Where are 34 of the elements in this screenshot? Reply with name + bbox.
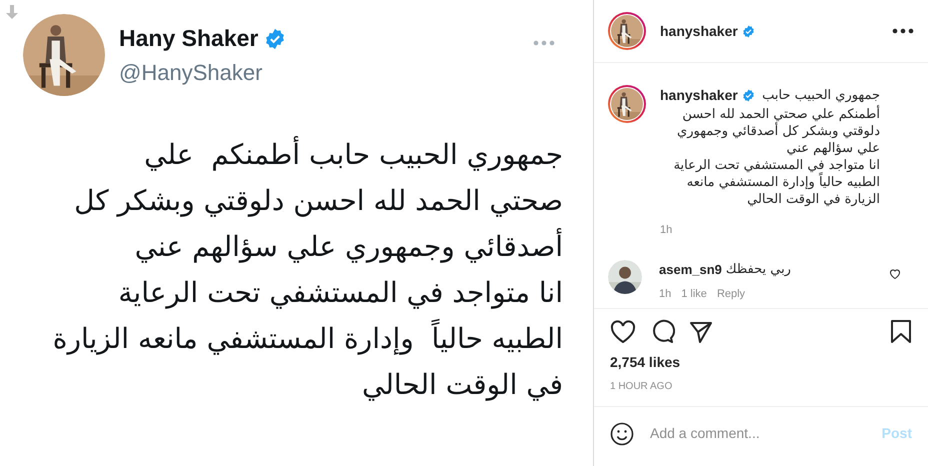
tweet-handle: @HanyShaker [119,58,264,87]
caption-line: دلوقتي وبشكر كل أصدقائي وجمهوري [677,123,880,140]
tweet-author-name: Hany Shaker [119,24,258,54]
down-arrow-icon [6,5,18,19]
post-time: 1 HOUR AGO [609,380,674,394]
heart-icon[interactable] [610,320,636,344]
caption-username[interactable]: hanyshaker [660,85,738,106]
caption-line: علي سؤالهم عني [786,140,880,157]
caption-time: 1h [660,223,674,238]
comment-time: 1h [659,287,672,302]
bookmark-icon[interactable] [890,319,912,344]
caption-line: جمهوري الحبيب حابب [762,86,880,104]
post-username[interactable]: hanyshaker [660,20,738,42]
likes-count[interactable]: 2,754 likes [594,352,928,373]
emoji-icon[interactable] [610,422,634,446]
avatar-ring[interactable] [608,85,646,123]
caption-line: أطمنكم علي صحتي الحمد لله احسن [682,106,880,122]
avatar-ring[interactable] [608,12,646,50]
caption-line: انا متواجد في المستشفي تحت الرعاية [674,157,880,173]
comment-field[interactable]: Add a comment... [650,423,882,444]
more-options-icon[interactable] [892,28,914,34]
comment-text: ربي يحفظك [726,261,791,280]
comment-icon[interactable] [650,319,675,344]
tweet-text-line: انا متواجد في المستشفي تحت الرعاية [118,275,563,311]
tweet-text-line: أصدقائي وجمهوري علي سؤالهم عني [134,227,563,265]
tweet-text-line: جمهوري الحبيب حابب أطمنكم علي [144,135,563,173]
tweet-text-line: في الوقت الحالي [362,367,563,403]
tweet-text-line: صحتي الحمد لله احسن دلوقتي وبشكر كل [74,183,563,219]
comment-username[interactable]: asem_sn9 [659,260,722,280]
like-heart-icon[interactable] [889,268,901,280]
caption-line: الطبيه حالياً وإدارة المستشفي مانعه [686,174,880,191]
share-icon[interactable] [689,320,713,344]
tweet-text-line: الطبيه حالياً وإدارة المستشفي مانعه الزيارة [52,316,563,362]
caption-line: الزيارة في الوقت الحالي [747,191,880,208]
